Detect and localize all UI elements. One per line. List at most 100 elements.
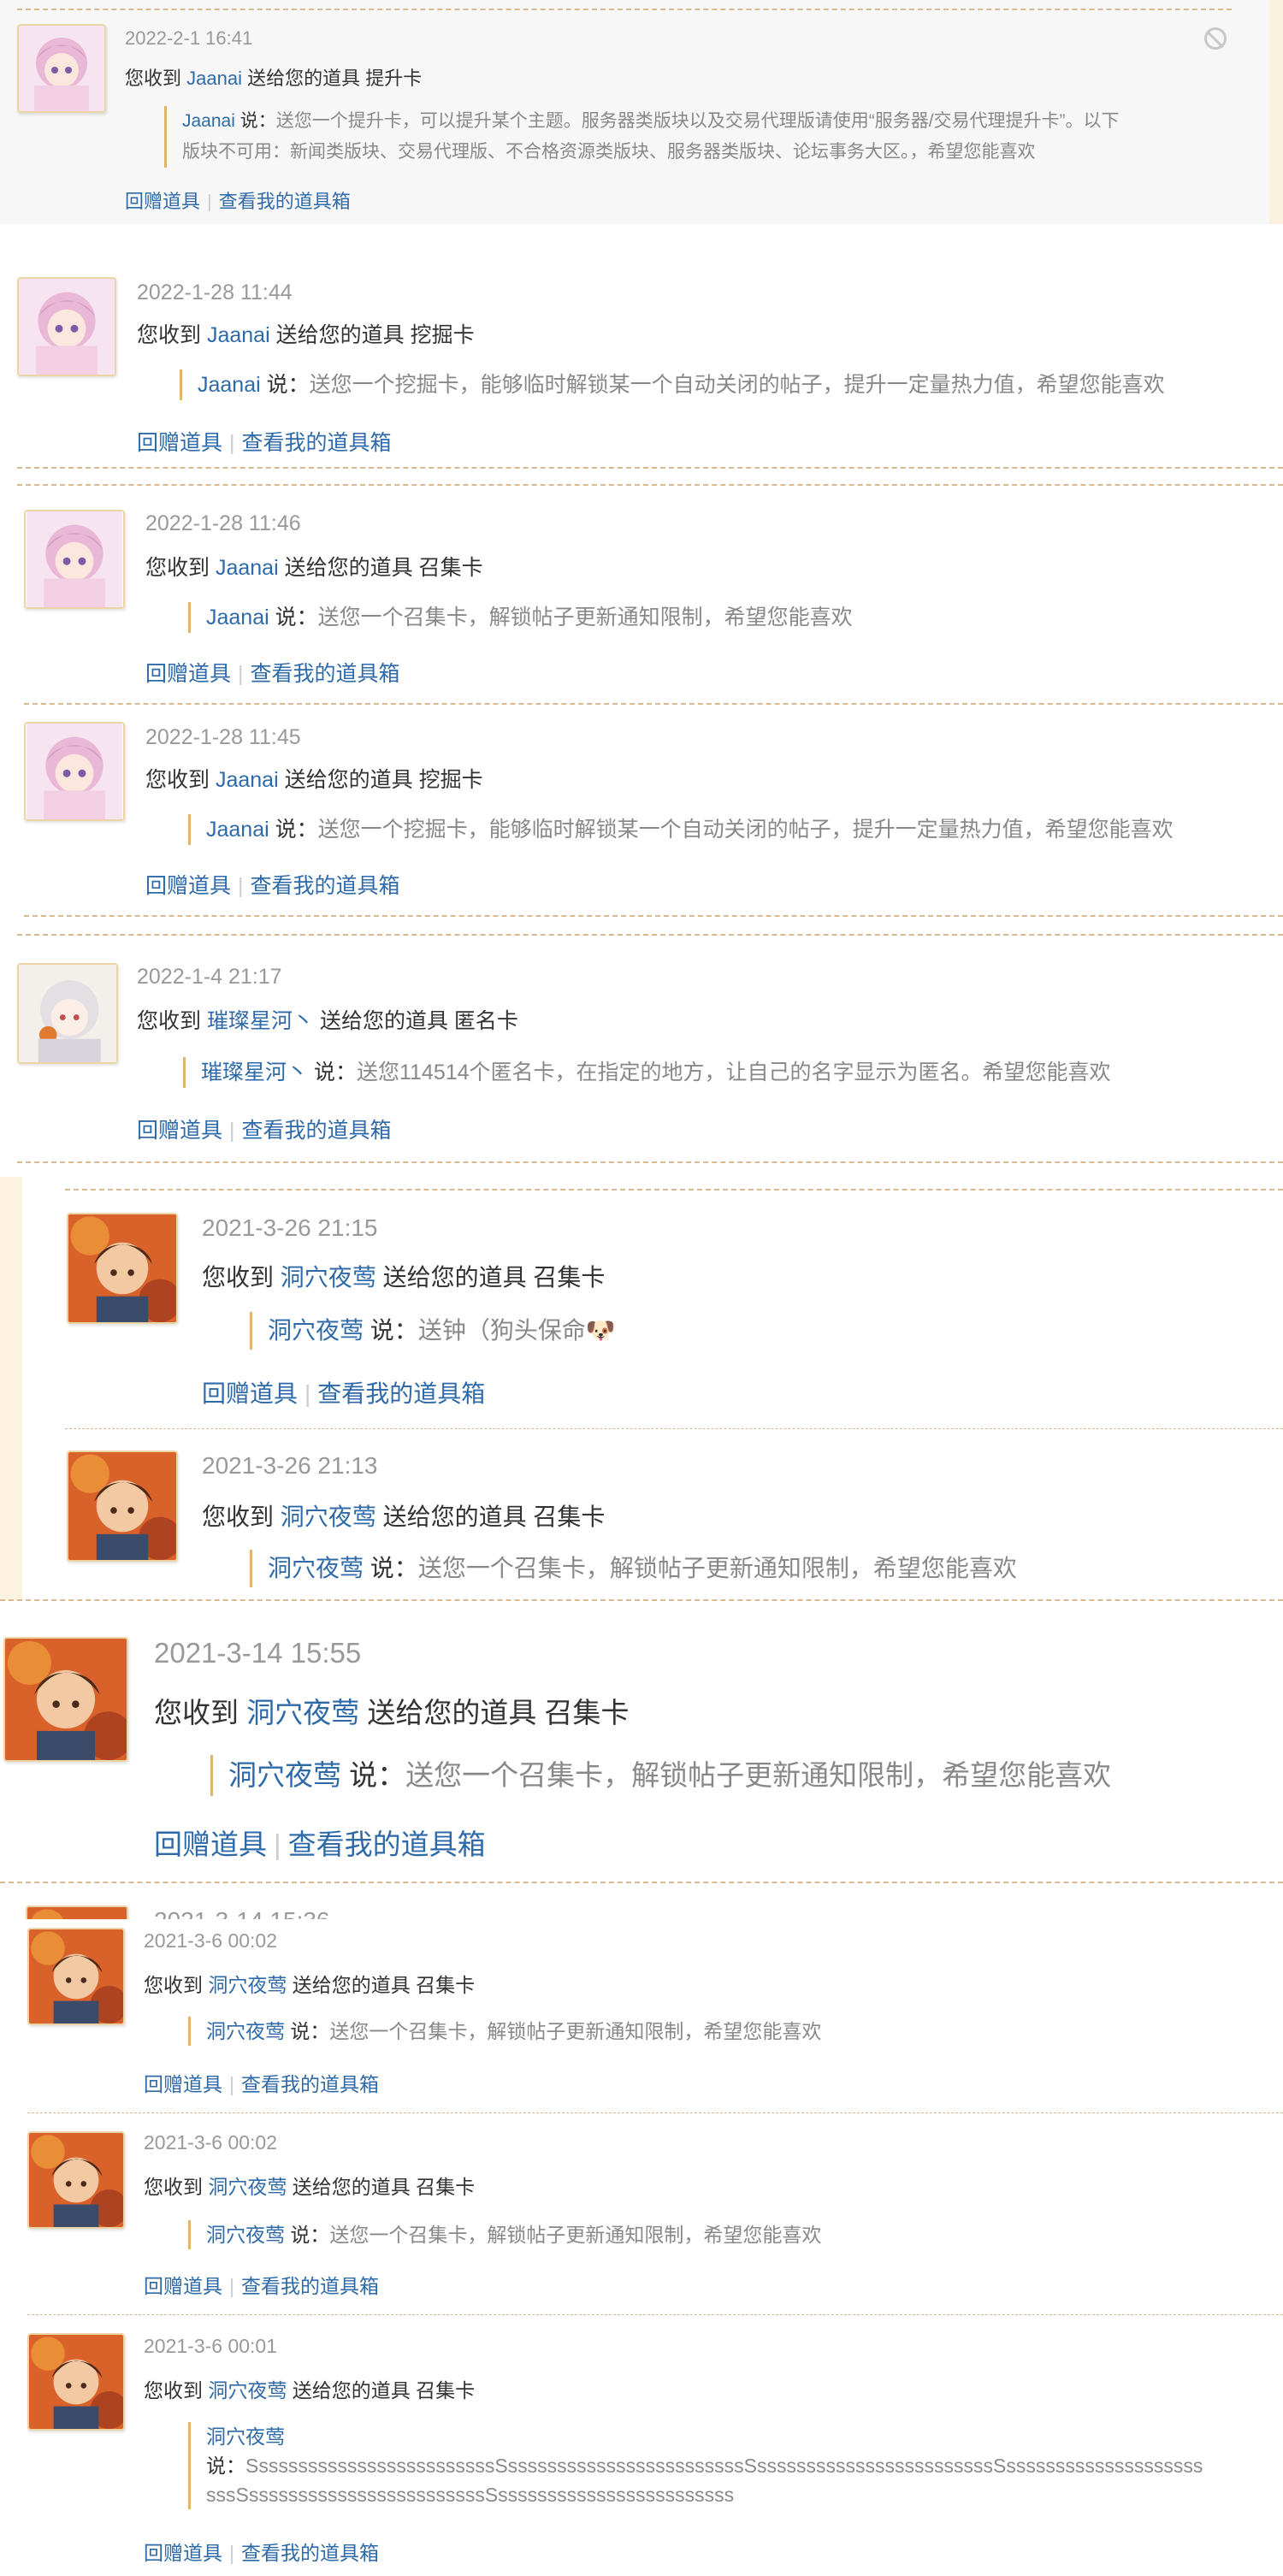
- view-box-link[interactable]: 查看我的道具箱: [317, 1380, 485, 1407]
- sender-avatar[interactable]: [26, 1905, 128, 1919]
- notice-actions: 回赠道具 | 查看我的道具箱: [154, 1829, 486, 1860]
- notice-actions: 回赠道具 | 查看我的道具箱: [137, 431, 392, 455]
- notice-date: 2021-3-6 00:02: [144, 1929, 278, 1952]
- notice-actions: 回赠道具 | 查看我的道具箱: [145, 874, 400, 898]
- notice-date: 2021-3-26 21:15: [202, 1214, 378, 1241]
- sender-avatar[interactable]: [17, 24, 106, 113]
- sender-link[interactable]: Jaanai: [182, 111, 235, 131]
- sender-link[interactable]: 洞穴夜莺: [228, 1759, 341, 1791]
- notice-date: 2022-1-28 11:44: [137, 281, 293, 304]
- return-gift-link[interactable]: 回赠道具: [154, 1829, 267, 1860]
- avatar-pink-hair-girl-icon: [19, 26, 104, 111]
- notice-line: 您收到 璀璨星河丶 送给您的道具 匿名卡: [137, 1009, 518, 1033]
- notice-date: 2021-3-26 21:13: [202, 1452, 378, 1479]
- sender-avatar[interactable]: [27, 2333, 125, 2431]
- scroll-strip: [1269, 0, 1283, 224]
- notice-line: 您收到 Jaanai 送给您的道具 提升卡: [125, 68, 423, 89]
- notice-date: 2022-1-4 21:17: [137, 965, 282, 989]
- sender-link[interactable]: Jaanai: [206, 818, 269, 842]
- view-box-link[interactable]: 查看我的道具箱: [241, 2275, 379, 2297]
- notice-block: 2022-1-4 21:17 您收到 璀璨星河丶 送给您的道具 匿名卡 璀璨星河…: [0, 942, 1283, 1173]
- return-gift-link[interactable]: 回赠道具: [144, 2275, 222, 2297]
- sender-link[interactable]: 洞穴夜莺: [281, 1264, 376, 1291]
- sender-link[interactable]: 璀璨星河丶: [207, 1009, 314, 1033]
- return-gift-link[interactable]: 回赠道具: [145, 874, 231, 898]
- sender-avatar[interactable]: [67, 1450, 178, 1562]
- sender-avatar[interactable]: [24, 722, 125, 821]
- view-box-link[interactable]: 查看我的道具箱: [241, 2073, 379, 2095]
- gift-message: 洞穴夜莺 说：送您一个召集卡，解锁帖子更新通知限制，希望您能喜欢: [250, 1550, 1017, 1587]
- view-box-link[interactable]: 查看我的道具箱: [241, 2542, 379, 2564]
- view-box-link[interactable]: 查看我的道具箱: [288, 1829, 486, 1860]
- sender-link[interactable]: 洞穴夜莺: [208, 1974, 287, 1996]
- return-gift-link[interactable]: 回赠道具: [144, 2073, 222, 2095]
- gift-message: 洞穴夜莺 说：送您一个召集卡，解锁帖子更新通知限制，希望您能喜欢: [188, 2017, 821, 2046]
- sender-avatar[interactable]: [27, 1928, 125, 2025]
- notice-date: 2021-3-6 00:01: [144, 2335, 278, 2357]
- sender-link[interactable]: Jaanai: [186, 68, 242, 89]
- notice-line: 您收到 Jaanai 送给您的道具 挖掘卡: [145, 768, 483, 792]
- return-gift-link[interactable]: 回赠道具: [145, 662, 231, 686]
- notice-line: 您收到 洞穴夜莺 送给您的道具 召集卡: [144, 2379, 476, 2402]
- view-box-link[interactable]: 查看我的道具箱: [219, 191, 351, 212]
- sender-link[interactable]: 洞穴夜莺: [206, 2020, 285, 2042]
- sender-link[interactable]: 洞穴夜莺: [208, 2379, 287, 2402]
- notice-block: 2021-3-6 00:02 您收到 洞穴夜莺 送给您的道具 召集卡 洞穴夜莺 …: [0, 1919, 1283, 2124]
- avatar-pink-hair-girl-icon: [26, 511, 123, 607]
- sender-link[interactable]: 洞穴夜莺: [246, 1697, 359, 1728]
- notice-date: 2021-3-14 15:55: [154, 1637, 362, 1669]
- gift-message: Jaanai 说：送您一个挖掘卡，能够临时解锁某一个自动关闭的帖子，提升一定量热…: [188, 814, 1174, 845]
- view-box-link[interactable]: 查看我的道具箱: [242, 1119, 392, 1143]
- view-box-link[interactable]: 查看我的道具箱: [251, 662, 400, 686]
- sender-link[interactable]: Jaanai: [206, 606, 269, 629]
- sender-link[interactable]: 璀璨星河丶: [201, 1061, 308, 1084]
- sender-link[interactable]: 洞穴夜莺: [268, 1555, 364, 1581]
- notice-date: 2022-1-28 11:46: [145, 511, 301, 535]
- avatar-brown-hair-boy-icon: [29, 2335, 123, 2429]
- sender-avatar[interactable]: [17, 963, 118, 1064]
- return-gift-link[interactable]: 回赠道具: [202, 1380, 298, 1407]
- return-gift-link[interactable]: 回赠道具: [137, 1119, 222, 1143]
- sender-avatar[interactable]: [27, 2131, 125, 2229]
- notice-date: 2021-3-6 00:02: [144, 2131, 278, 2154]
- notice-actions: 回赠道具 | 查看我的道具箱: [137, 1119, 392, 1143]
- sender-avatar[interactable]: [24, 510, 125, 609]
- notice-line: 您收到 洞穴夜莺 送给您的道具 召集卡: [202, 1504, 606, 1530]
- sender-avatar[interactable]: [17, 277, 116, 376]
- sender-link[interactable]: 洞穴夜莺: [206, 2224, 285, 2246]
- notice-actions: 回赠道具 | 查看我的道具箱: [144, 2542, 379, 2564]
- notice-line: 您收到 洞穴夜莺 送给您的道具 召集卡: [144, 1974, 476, 1996]
- notice-block: 2022-2-1 16:41 您收到 Jaanai 送给您的道具 提升卡 Jaa…: [0, 0, 1283, 224]
- notice-actions: 回赠道具 | 查看我的道具箱: [144, 2073, 379, 2095]
- side-strip: [0, 1177, 22, 1601]
- view-box-link[interactable]: 查看我的道具箱: [242, 431, 392, 455]
- notice-actions: 回赠道具 | 查看我的道具箱: [202, 1380, 486, 1407]
- gift-message: Jaanai 说：送您一个挖掘卡，能够临时解锁某一个自动关闭的帖子，提升一定量热…: [180, 369, 1165, 400]
- return-gift-link[interactable]: 回赠道具: [144, 2542, 222, 2564]
- avatar-brown-hair-boy-icon: [68, 1452, 176, 1560]
- avatar-brown-hair-boy-icon: [27, 1907, 127, 1919]
- return-gift-link[interactable]: 回赠道具: [125, 191, 200, 212]
- return-gift-link[interactable]: 回赠道具: [137, 431, 222, 455]
- notice-block-partial: 2021-3-14 15:36: [0, 1899, 1283, 1919]
- sender-link[interactable]: 洞穴夜莺: [268, 1317, 364, 1344]
- notice-line: 您收到 Jaanai 送给您的道具 召集卡: [145, 556, 483, 580]
- notice-actions: 回赠道具 | 查看我的道具箱: [144, 2275, 379, 2297]
- avatar-pink-hair-girl-icon: [26, 724, 123, 819]
- gift-message: Jaanai 说：送您一个提升卡，可以提升某个主题。服务器类版块以及交易代理版请…: [164, 106, 1120, 168]
- notice-line: 您收到 洞穴夜莺 送给您的道具 召集卡: [202, 1264, 606, 1291]
- sender-link[interactable]: Jaanai: [207, 323, 270, 347]
- sender-link[interactable]: 洞穴夜莺: [281, 1504, 376, 1530]
- sender-link[interactable]: Jaanai: [216, 768, 279, 792]
- view-box-link[interactable]: 查看我的道具箱: [251, 874, 400, 898]
- sender-link[interactable]: Jaanai: [216, 556, 279, 580]
- sender-link[interactable]: Jaanai: [198, 373, 261, 397]
- sender-link[interactable]: 洞穴夜莺: [208, 2176, 287, 2198]
- sender-link[interactable]: 洞穴夜莺: [206, 2425, 285, 2448]
- avatar-pink-hair-girl-icon: [19, 279, 115, 375]
- sender-avatar[interactable]: [3, 1637, 128, 1762]
- avatar-brown-hair-boy-icon: [29, 1929, 123, 2024]
- sender-avatar[interactable]: [67, 1213, 178, 1324]
- avatar-white-hair-girl-icon: [19, 965, 116, 1062]
- ban-icon[interactable]: [1204, 27, 1227, 50]
